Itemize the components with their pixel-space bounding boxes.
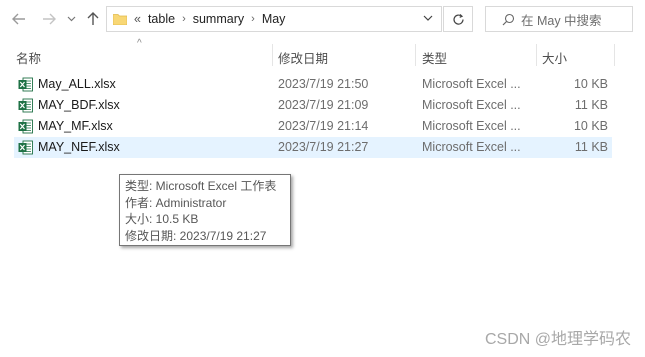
back-arrow-icon [12, 13, 25, 25]
up-arrow-icon [87, 12, 99, 25]
file-size: 10 KB [573, 77, 608, 91]
excel-file-icon [18, 77, 33, 92]
file-row[interactable]: May_ALL.xlsx 2023/7/19 21:50 Microsoft E… [14, 74, 612, 95]
file-name: May_ALL.xlsx [38, 77, 116, 91]
breadcrumb-table[interactable]: table [148, 12, 175, 26]
column-divider[interactable] [272, 44, 273, 66]
excel-file-icon [18, 140, 33, 155]
column-header-row: ^ 名称 修改日期 类型 大小 [0, 38, 645, 68]
file-type: Microsoft Excel ... [422, 140, 521, 154]
file-type: Microsoft Excel ... [422, 98, 521, 112]
search-box[interactable]: 在 May 中搜索 [485, 6, 633, 32]
column-header-size[interactable]: 大小 [542, 48, 567, 67]
recent-locations-button[interactable] [64, 8, 78, 30]
back-button[interactable] [8, 8, 30, 30]
tooltip-type: 类型: Microsoft Excel 工作表 [125, 179, 277, 193]
forward-arrow-icon [43, 13, 56, 25]
up-button[interactable] [82, 8, 104, 30]
excel-file-icon [18, 119, 33, 134]
navigation-bar: « table › summary › May 在 May 中搜索 [0, 6, 645, 32]
file-info-tooltip: 类型: Microsoft Excel 工作表 作者: Administrato… [119, 174, 291, 246]
recent-chevron-icon [67, 16, 75, 22]
file-size: 11 KB [574, 98, 608, 112]
file-name: MAY_NEF.xlsx [38, 140, 120, 154]
column-header-name[interactable]: 名称 [16, 48, 41, 67]
forward-button[interactable] [38, 8, 60, 30]
file-type: Microsoft Excel ... [422, 77, 521, 91]
search-placeholder: 在 May 中搜索 [521, 13, 602, 28]
file-row[interactable]: MAY_MF.xlsx 2023/7/19 21:14 Microsoft Ex… [14, 116, 612, 137]
file-row[interactable]: MAY_BDF.xlsx 2023/7/19 21:09 Microsoft E… [14, 95, 612, 116]
breadcrumb-separator[interactable]: › [182, 13, 186, 25]
chevron-down-icon[interactable] [423, 14, 433, 22]
tooltip-modified: 修改日期: 2023/7/19 21:27 [125, 228, 267, 243]
search-icon [502, 13, 515, 25]
breadcrumb-may[interactable]: May [262, 12, 286, 26]
file-date: 2023/7/19 21:14 [278, 119, 369, 133]
column-divider[interactable] [415, 44, 416, 66]
folder-icon [113, 14, 127, 25]
address-bar[interactable]: « table › summary › May [106, 6, 442, 32]
file-name: MAY_MF.xlsx [38, 119, 113, 133]
breadcrumb-separator[interactable]: › [251, 13, 255, 25]
file-size: 11 KB [574, 140, 608, 154]
refresh-button[interactable] [443, 6, 473, 32]
file-row-selected[interactable]: MAY_NEF.xlsx 2023/7/19 21:27 Microsoft E… [14, 137, 612, 158]
column-header-date[interactable]: 修改日期 [278, 48, 328, 67]
refresh-icon [452, 13, 464, 25]
watermark: CSDN @地理学码农 [484, 331, 631, 348]
column-header-type[interactable]: 类型 [422, 48, 447, 67]
column-divider[interactable] [536, 44, 537, 66]
sort-ascending-icon: ^ [137, 38, 142, 49]
file-size: 10 KB [573, 119, 608, 133]
file-date: 2023/7/19 21:09 [278, 98, 369, 112]
file-name: MAY_BDF.xlsx [38, 98, 120, 112]
tooltip-size: 大小: 10.5 KB [125, 212, 199, 226]
file-date: 2023/7/19 21:50 [278, 77, 369, 91]
breadcrumb-overflow[interactable]: « [134, 12, 141, 26]
file-date: 2023/7/19 21:27 [278, 140, 369, 154]
breadcrumb-summary[interactable]: summary [193, 12, 244, 26]
file-type: Microsoft Excel ... [422, 119, 521, 133]
excel-file-icon [18, 98, 33, 113]
tooltip-author: 作者: Administrator [125, 195, 227, 210]
column-divider[interactable] [614, 44, 615, 66]
